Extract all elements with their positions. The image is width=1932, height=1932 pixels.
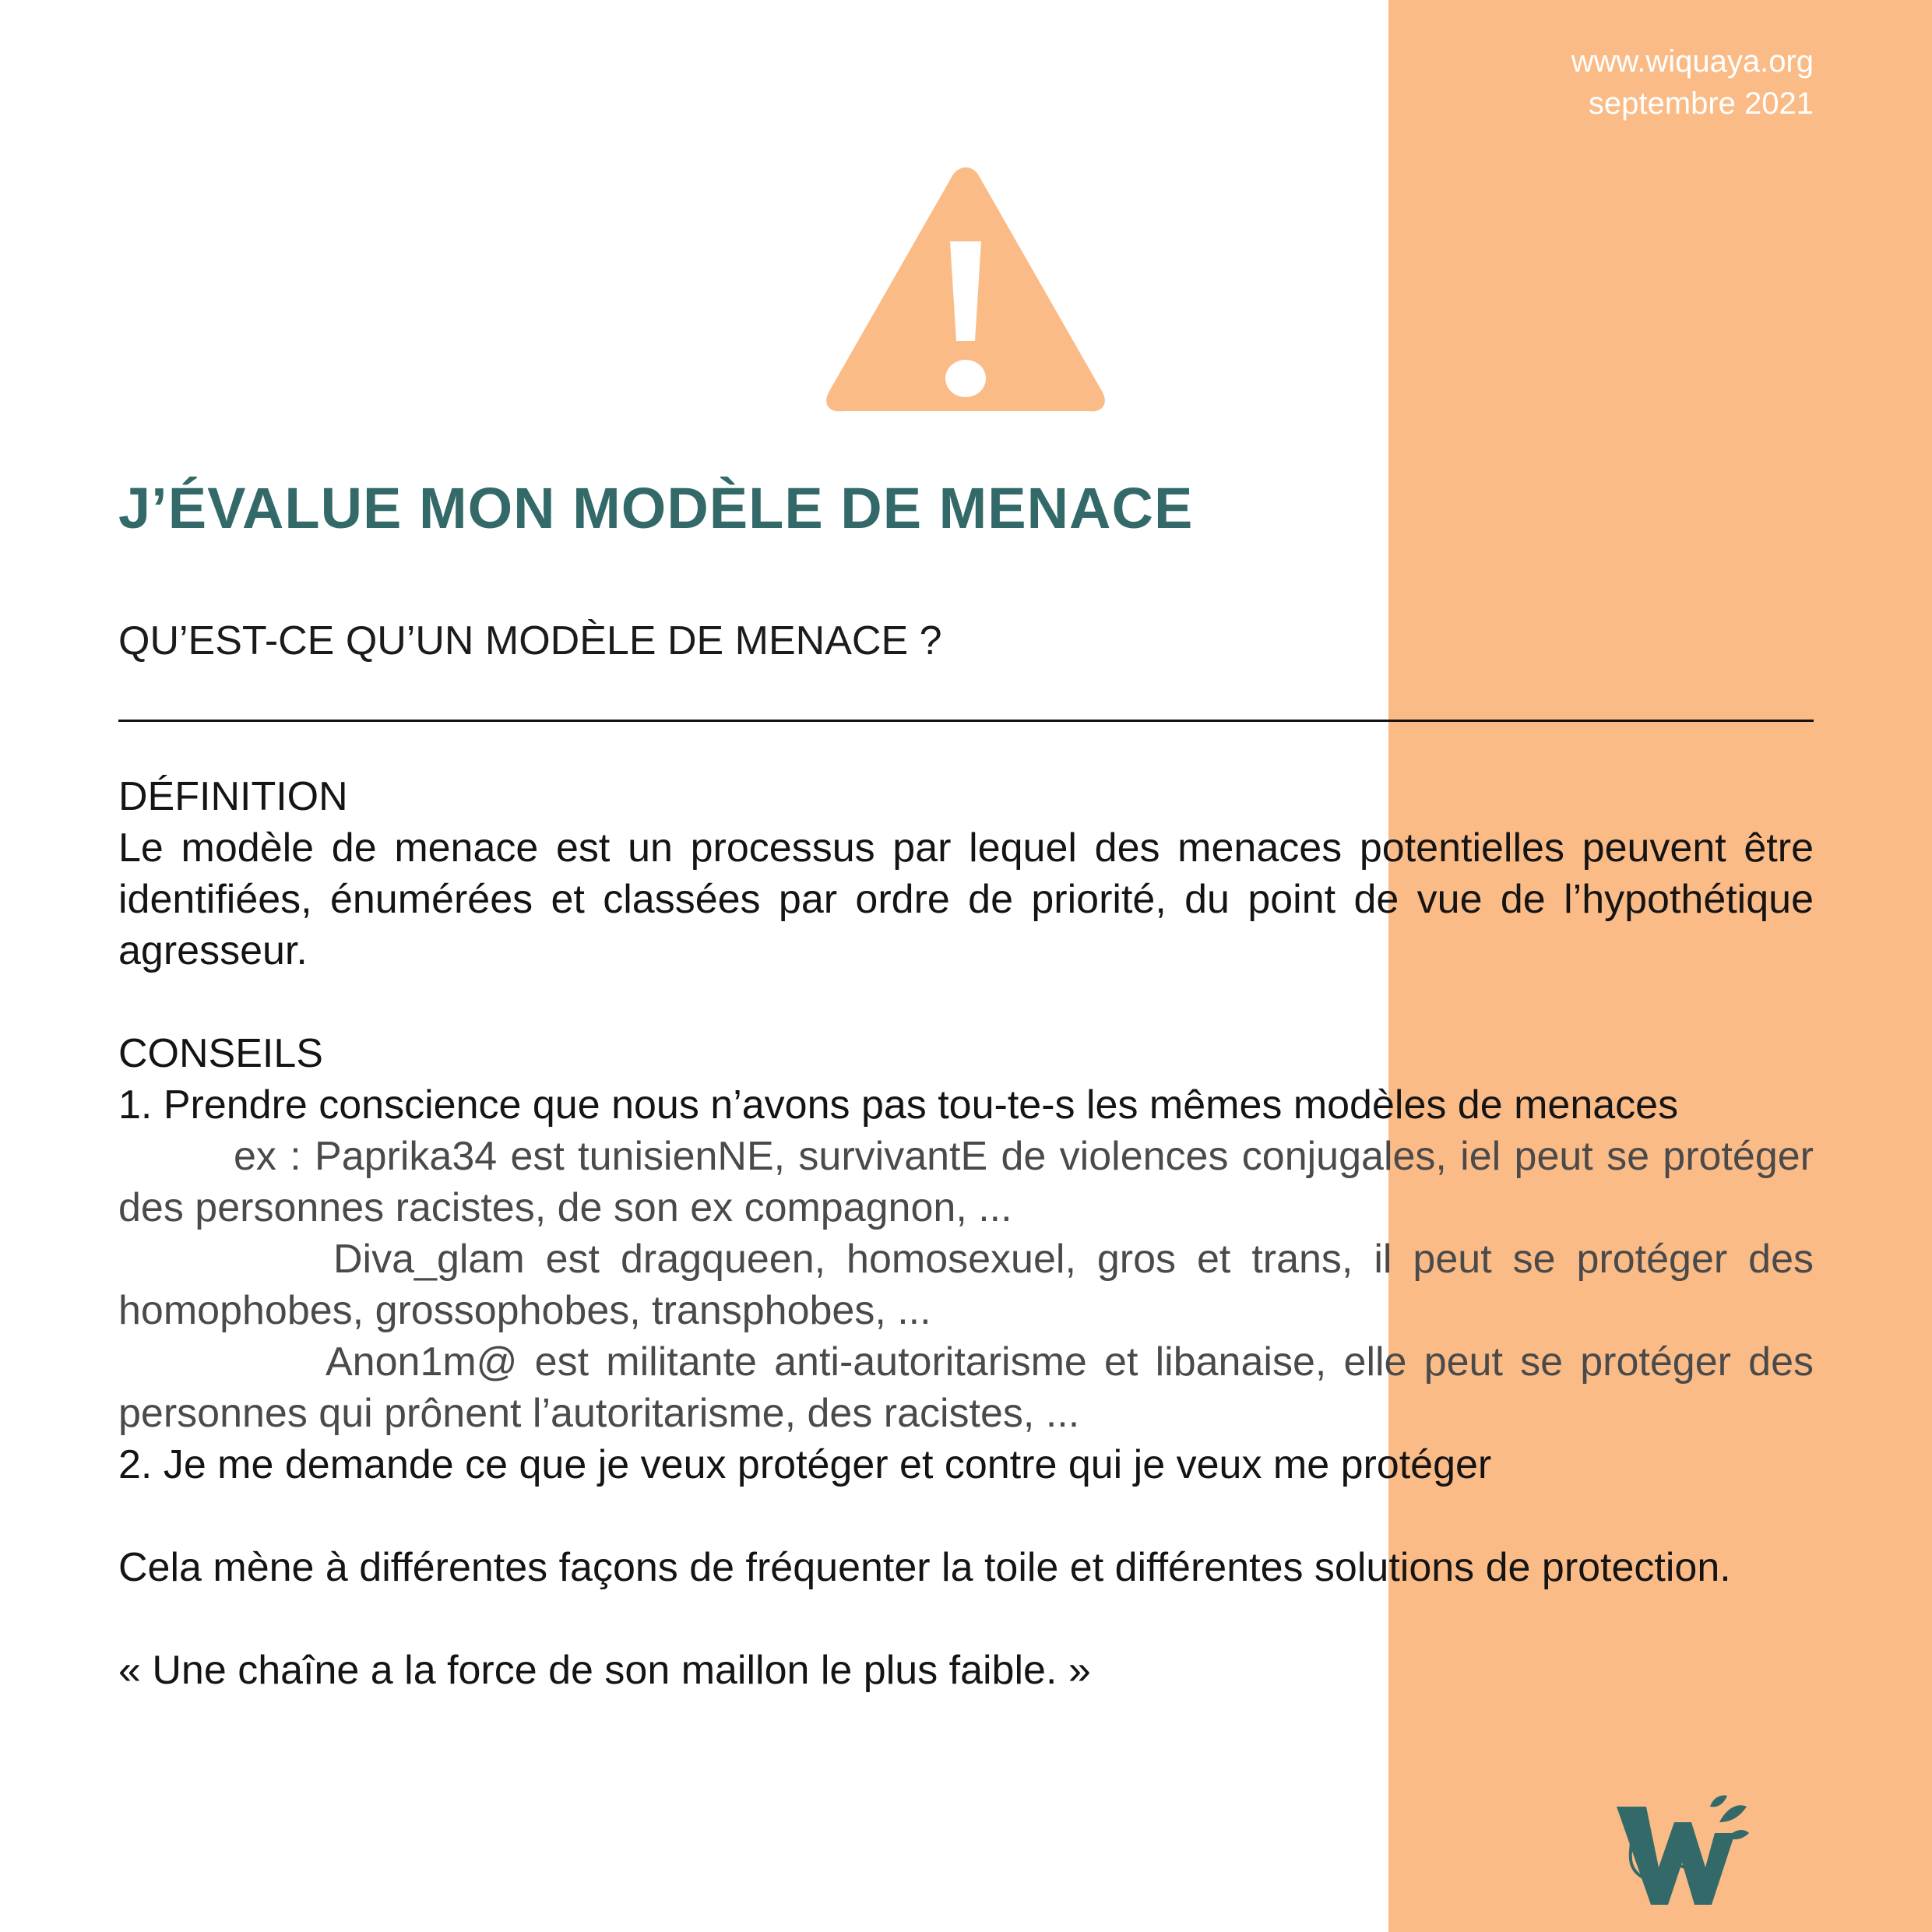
wiquaya-logo — [1617, 1795, 1749, 1905]
conseil-item-2: 2. Je me demande ce que je veux protéger… — [118, 1442, 1492, 1487]
main-content: DÉFINITION Le modèle de menace est un pr… — [118, 771, 1814, 1696]
conseils-heading: CONSEILS — [118, 1031, 323, 1076]
page-title: J’ÉVALUE MON MODÈLE DE MENACE — [118, 476, 1194, 540]
question-heading: QU’EST-CE QU’UN MODÈLE DE MENACE ? — [118, 618, 942, 663]
example-anon: Anon1m@ est militante anti-autoritarisme… — [118, 1339, 1814, 1436]
publication-date: septembre 2021 — [1588, 86, 1814, 121]
website-url: www.wiquaya.org — [1571, 44, 1814, 79]
warning-triangle-icon — [826, 167, 1105, 412]
closing-quote: « Une chaîne a la force de son maillon l… — [118, 1648, 1091, 1693]
header-meta: www.wiquaya.org septembre 2021 — [1571, 40, 1814, 125]
definition-text: Le modèle de menace est un processus par… — [118, 825, 1814, 973]
definition-heading: DÉFINITION — [118, 774, 348, 819]
conseil-item-1: 1. Prendre conscience que nous n’avons p… — [118, 1082, 1679, 1128]
answer-line — [118, 720, 1814, 722]
example-paprika: ex : Paprika34 est tunisienNE, survivant… — [118, 1134, 1814, 1230]
example-diva: Diva_glam est dragqueen, homosexuel, gro… — [118, 1237, 1814, 1333]
conclusion-text: Cela mène à différentes façons de fréque… — [118, 1545, 1731, 1590]
